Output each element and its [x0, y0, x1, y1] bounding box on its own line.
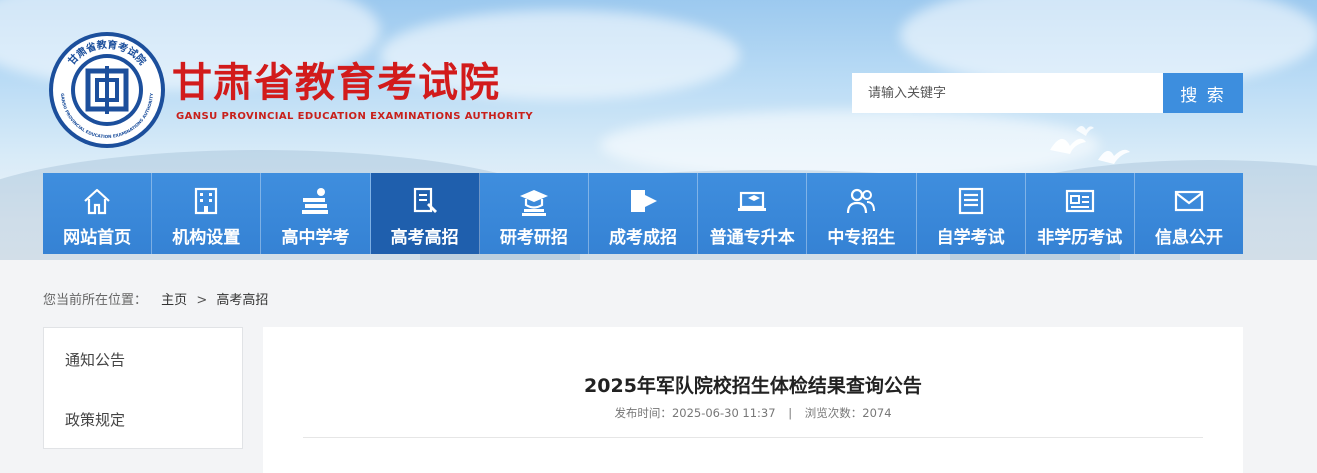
site-subtitle: GANSU PROVINCIAL EDUCATION EXAMINATIONS … — [176, 111, 534, 122]
sidebar: 通知公告 政策规定 — [43, 327, 243, 449]
document-icon — [958, 187, 983, 215]
nav-label: 非学历考试 — [1037, 228, 1123, 248]
article-panel: 2025年军队院校招生体检结果查询公告 发布时间：2025-06-30 11:3… — [263, 327, 1243, 473]
nav-label: 成考成招 — [609, 228, 678, 248]
building-icon — [195, 187, 218, 215]
users-icon — [847, 188, 876, 214]
pen-paper-icon — [413, 187, 437, 213]
seal-logo-icon: 甘肃省教育考试院 GANSU PROVINCIAL EDUCATION EXAM… — [49, 32, 165, 148]
nav-item-organization[interactable]: 机构设置 — [152, 173, 262, 254]
sidebar-item-policies[interactable]: 政策规定 — [44, 388, 242, 448]
nav-item-info-disclosure[interactable]: 信息公开 — [1134, 173, 1244, 254]
laptop-cap-icon — [738, 191, 767, 211]
nav-item-high-school-exam[interactable]: 高中学考 — [261, 173, 371, 254]
cloud-decoration — [600, 110, 1100, 180]
breadcrumb-separator: > — [196, 293, 208, 308]
article-meta: 发布时间：2025-06-30 11:37 | 浏览次数：2074 — [263, 405, 1243, 421]
birds-icon — [1050, 126, 1130, 164]
breadcrumb-home-link[interactable]: 主页 — [161, 293, 187, 308]
main-nav: 网站首页 机构设置 高中学考 高考高招 研考研招 成考成招 普通专升本 中专招生… — [43, 173, 1244, 254]
views-count: 2074 — [862, 406, 892, 420]
nav-label: 研考研招 — [499, 228, 568, 248]
book-arrow-icon — [631, 190, 658, 212]
nav-item-college-entrance[interactable]: 高考高招 — [370, 173, 480, 254]
nav-label: 中专招生 — [827, 228, 896, 248]
graduation-cap-icon — [519, 190, 548, 216]
search-button[interactable]: 搜 索 — [1163, 73, 1243, 113]
meta-divider: | — [788, 406, 793, 420]
nav-label: 普通专升本 — [709, 228, 795, 248]
nav-label: 信息公开 — [1154, 228, 1223, 248]
nav-item-non-degree[interactable]: 非学历考试 — [1025, 173, 1135, 254]
breadcrumb-current-link[interactable]: 高考高招 — [216, 293, 268, 308]
views-label: 浏览次数： — [804, 406, 863, 420]
article-divider-line — [303, 437, 1203, 438]
article-title: 2025年军队院校招生体检结果查询公告 — [584, 375, 922, 397]
nav-item-vocational[interactable]: 中专招生 — [807, 173, 917, 254]
sidebar-item-notices[interactable]: 通知公告 — [44, 328, 242, 388]
nav-item-adult-exam[interactable]: 成考成招 — [588, 173, 699, 254]
nav-label: 自学考试 — [936, 228, 1005, 248]
nav-label: 高考高招 — [390, 228, 459, 248]
mail-icon — [1174, 190, 1204, 212]
nav-label: 高中学考 — [281, 228, 350, 248]
id-card-icon — [1065, 189, 1094, 213]
breadcrumb: 您当前所在位置： 主页 > 高考高招 — [43, 289, 268, 308]
books-icon — [302, 188, 329, 214]
nav-label: 机构设置 — [172, 228, 241, 248]
home-icon — [84, 188, 110, 215]
search-input[interactable] — [852, 73, 1164, 113]
nav-item-upgrade-exam[interactable]: 普通专升本 — [698, 173, 808, 254]
nav-item-graduate-exam[interactable]: 研考研招 — [479, 173, 589, 254]
nav-label: 网站首页 — [63, 228, 132, 248]
site-title: 甘肃省教育考试院 — [172, 60, 500, 106]
nav-item-home[interactable]: 网站首页 — [43, 173, 153, 254]
publish-label: 发布时间： — [614, 406, 672, 420]
breadcrumb-prefix: 您当前所在位置： — [43, 293, 148, 308]
nav-item-self-study[interactable]: 自学考试 — [916, 173, 1026, 254]
publish-time: 2025-06-30 11:37 — [671, 406, 776, 420]
